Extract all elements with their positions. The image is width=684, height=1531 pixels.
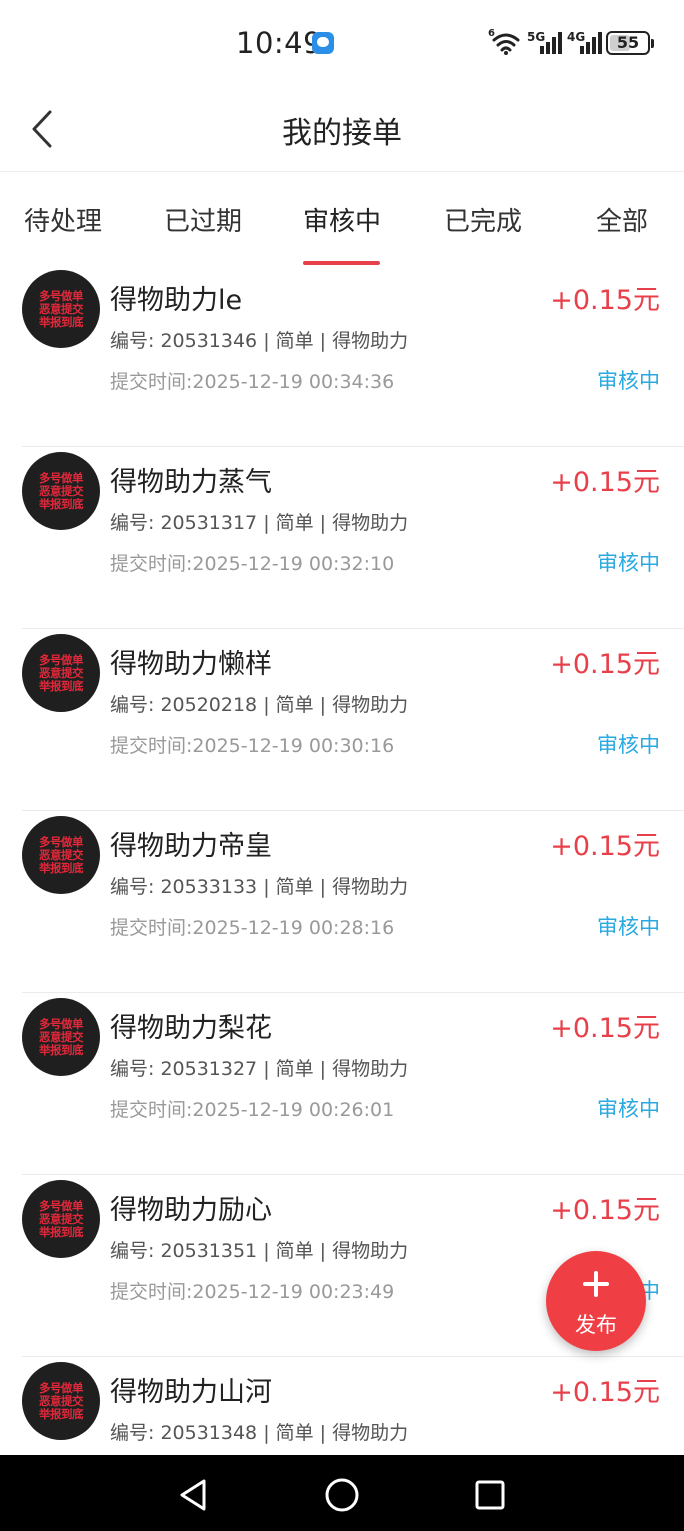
order-reward: +0.15元 (550, 649, 660, 680)
task-avatar: 多号做单 恶意提交 举报到底 (22, 452, 100, 530)
tab-expired[interactable]: 已过期 (162, 201, 244, 241)
task-avatar: 多号做单 恶意提交 举报到底 (22, 634, 100, 712)
avatar-text-line: 举报到底 (39, 1407, 84, 1421)
task-avatar: 多号做单 恶意提交 举报到底 (22, 816, 100, 894)
avatar-text-line: 举报到底 (39, 861, 84, 875)
order-title: 得物助力帝皇 (110, 831, 272, 862)
order-row[interactable]: 多号做单 恶意提交 举报到底 得物助力梨花 +0.15元编号: 20531327 | 简… (0, 910, 684, 1175)
order-row[interactable]: 多号做单 恶意提交 举报到底 得物助力懒样 +0.15元编号: 20520218 | 简… (0, 546, 684, 811)
order-title: 得物助力蒸气 (110, 467, 272, 498)
tab-all[interactable]: 全部 (594, 201, 650, 241)
order-reward: +0.15元 (550, 1195, 660, 1226)
avatar-text-line: 举报到底 (39, 679, 84, 693)
plus-icon (583, 1271, 609, 1297)
tab-bar: 待处理 已过期 审核中 已完成 全部 (0, 173, 684, 265)
order-row[interactable]: 多号做单 恶意提交 举报到底 得物助力励心 +0.15元编号: 20531351 | 简… (0, 1092, 684, 1357)
avatar-text-line: 举报到底 (39, 315, 84, 329)
task-avatar: 多号做单 恶意提交 举报到底 (22, 1180, 100, 1258)
order-reward: +0.15元 (550, 467, 660, 498)
tab-pending[interactable]: 待处理 (22, 201, 104, 241)
status-bar: 10:49 6 5G 4G 55 (0, 0, 684, 86)
publish-button[interactable]: 发布 (546, 1251, 646, 1351)
nav-recents-icon[interactable] (470, 1475, 510, 1515)
avatar-text-line: 举报到底 (39, 497, 84, 511)
wifi-label: 6 (488, 28, 495, 39)
battery-level: 55 (616, 33, 640, 52)
order-reward: +0.15元 (550, 285, 660, 316)
order-row[interactable]: 多号做单 恶意提交 举报到底 得物助力蒸气 +0.15元编号: 20531317 | 简… (0, 364, 684, 629)
battery-tip (651, 39, 654, 48)
signal-4g-icon (580, 32, 602, 54)
battery-icon: 55 (606, 31, 650, 55)
task-avatar: 多号做单 恶意提交 举报到底 (22, 998, 100, 1076)
nav-back-icon[interactable] (174, 1475, 214, 1515)
order-meta: 编号: 20531351 | 简单 | 得物助力 (110, 1240, 409, 1262)
order-meta: 编号: 20533133 | 简单 | 得物助力 (110, 876, 409, 898)
order-reward: +0.15元 (550, 831, 660, 862)
signal-5g-icon (540, 32, 562, 54)
order-title: 得物助力梨花 (110, 1013, 272, 1044)
status-time: 10:49 (236, 26, 323, 60)
order-meta: 编号: 20520218 | 简单 | 得物助力 (110, 694, 409, 716)
order-reward: +0.15元 (550, 1377, 660, 1408)
tab-under-review[interactable]: 审核中 (301, 201, 383, 241)
order-meta: 编号: 20531327 | 简单 | 得物助力 (110, 1058, 409, 1080)
order-row[interactable]: 多号做单 恶意提交 举报到底 得物助力le +0.15元编号: 20531346 | 简… (0, 265, 684, 447)
order-reward: +0.15元 (550, 1013, 660, 1044)
page-title: 我的接单 (282, 116, 402, 151)
order-meta: 编号: 20531346 | 简单 | 得物助力 (110, 330, 409, 352)
task-avatar: 多号做单 恶意提交 举报到底 (22, 270, 100, 348)
order-meta: 编号: 20531348 | 简单 | 得物助力 (110, 1422, 409, 1444)
avatar-text-line: 举报到底 (39, 1225, 84, 1239)
nav-home-icon[interactable] (322, 1475, 362, 1515)
tab-completed[interactable]: 已完成 (442, 201, 524, 241)
order-row[interactable]: 多号做单 恶意提交 举报到底 得物助力帝皇 +0.15元编号: 20533133 | 简… (0, 728, 684, 993)
message-notification-icon (312, 32, 334, 54)
order-title: 得物助力山河 (110, 1377, 272, 1408)
order-title: 得物助力le (110, 285, 243, 316)
system-nav-bar (0, 1455, 684, 1531)
publish-label: 发布 (575, 1313, 617, 1337)
order-title: 得物助力懒样 (110, 649, 272, 680)
order-meta: 编号: 20531317 | 简单 | 得物助力 (110, 512, 409, 534)
task-avatar: 多号做单 恶意提交 举报到底 (22, 1362, 100, 1440)
app-header: 我的接单 (0, 86, 684, 172)
order-title: 得物助力励心 (110, 1195, 272, 1226)
avatar-text-line: 举报到底 (39, 1043, 84, 1057)
